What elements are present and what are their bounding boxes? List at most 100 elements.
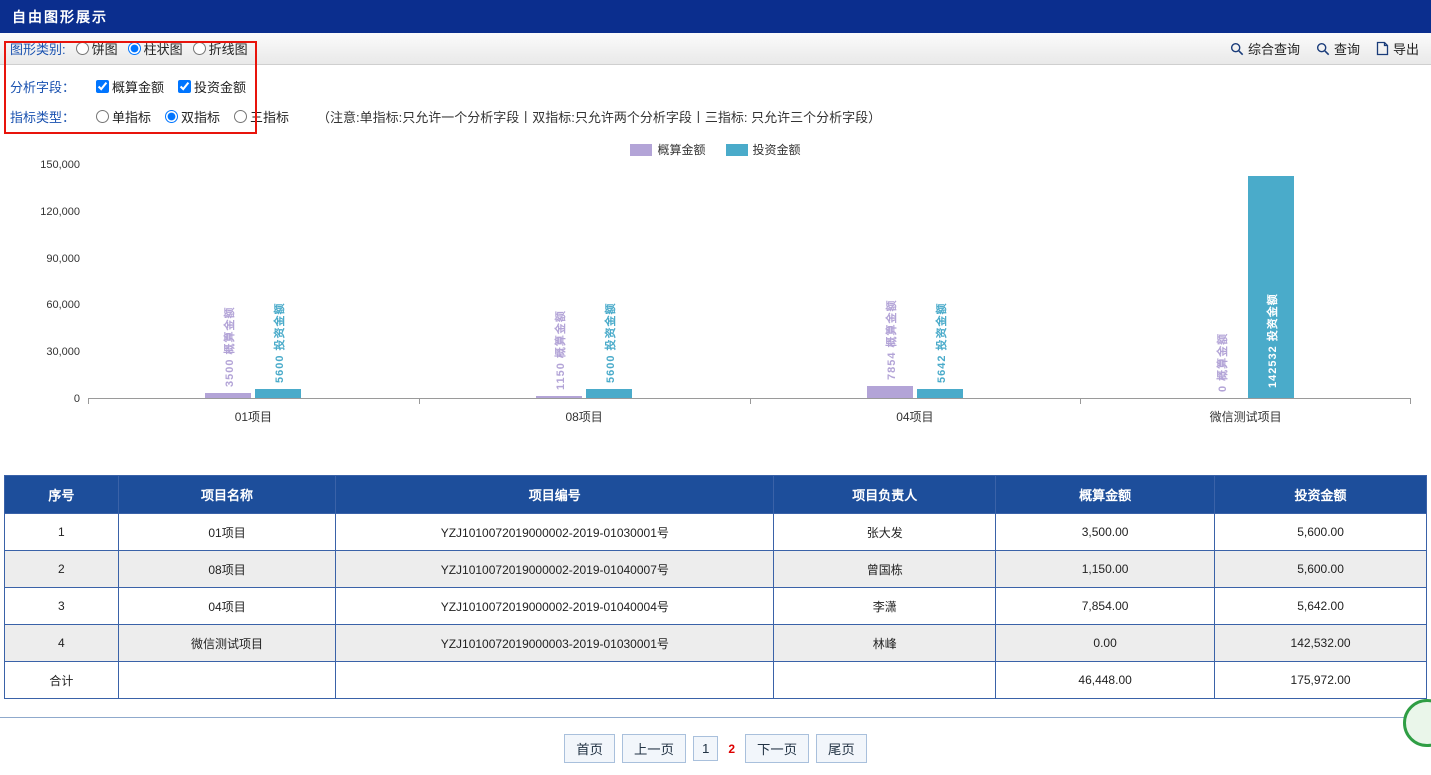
y-tick-label: 150,000 xyxy=(40,159,80,171)
bar-chart: 概算金额投资金额 030,00060,00090,000120,000150,0… xyxy=(0,141,1431,425)
pagination-current-page: 2 xyxy=(725,738,738,760)
cell-empty xyxy=(336,662,774,699)
indicator-type-row: 指标类型： 单指标 双指标 三指标 （注意:单指标:只允许一个分析字段丨双指标:… xyxy=(10,101,1421,131)
analysis-field-investment[interactable]: 投资金额 xyxy=(178,77,246,96)
indicator-double-label: 双指标 xyxy=(181,107,220,126)
indicator-triple[interactable]: 三指标 xyxy=(234,107,289,126)
axis-tick xyxy=(750,398,751,404)
export-label: 导出 xyxy=(1393,39,1419,58)
indicator-note: （注意:单指标:只允许一个分析字段丨双指标:只允许两个分析字段丨三指标: 只允许… xyxy=(317,107,881,126)
indicator-single[interactable]: 单指标 xyxy=(96,107,151,126)
pagination-first-button[interactable]: 首页 xyxy=(564,734,615,763)
indicator-triple-radio[interactable] xyxy=(234,110,247,123)
legend-label: 投资金额 xyxy=(753,141,801,158)
cell-empty xyxy=(774,662,996,699)
indicator-single-label: 单指标 xyxy=(112,107,151,126)
pagination-prev-button[interactable]: 上一页 xyxy=(622,734,686,763)
bar xyxy=(917,389,963,398)
cell-project-owner: 林峰 xyxy=(774,625,996,662)
chart-type-line[interactable]: 折线图 xyxy=(193,39,248,58)
cell-estimate-amount: 7,854.00 xyxy=(996,588,1215,625)
cell-project-code: YZJ1010072019000003-2019-01030001号 xyxy=(336,625,774,662)
cell-project-name: 微信测试项目 xyxy=(118,625,336,662)
indicator-triple-label: 三指标 xyxy=(250,107,289,126)
bar-value-label: 5642 投资金额 xyxy=(933,302,949,383)
chart-type-pie-radio[interactable] xyxy=(76,42,89,55)
col-header-investment-amount: 投资金额 xyxy=(1215,476,1427,514)
analysis-field-investment-label: 投资金额 xyxy=(194,77,246,96)
cell-empty xyxy=(118,662,336,699)
cell-total-investment: 175,972.00 xyxy=(1215,662,1427,699)
cell-project-name: 01项目 xyxy=(118,514,336,551)
chart-type-bar-radio[interactable] xyxy=(128,42,141,55)
bar-value-label: 0 概算金额 xyxy=(1214,333,1230,392)
panel-bottom-border xyxy=(0,717,1431,718)
analysis-field-estimate[interactable]: 概算金额 xyxy=(96,77,164,96)
bar-value-label: 1150 概算金额 xyxy=(552,310,568,390)
analysis-field-investment-checkbox[interactable] xyxy=(178,80,191,93)
indicator-double-radio[interactable] xyxy=(165,110,178,123)
col-header-index: 序号 xyxy=(5,476,119,514)
x-category-label: 微信测试项目 xyxy=(1080,399,1411,425)
chart-type-pie[interactable]: 饼图 xyxy=(76,39,118,58)
legend-swatch xyxy=(630,144,652,156)
chart-type-bar[interactable]: 柱状图 xyxy=(128,39,183,58)
pagination: 首页 上一页 1 2 下一页 尾页 xyxy=(0,734,1431,763)
axis-tick xyxy=(419,398,420,404)
analysis-field-estimate-checkbox[interactable] xyxy=(96,80,109,93)
cell-total-label: 合计 xyxy=(5,662,119,699)
analysis-fields-row: 分析字段： 概算金额 投资金额 xyxy=(10,71,1421,101)
y-tick-label: 60,000 xyxy=(46,299,80,311)
chart-area: 030,00060,00090,000120,000150,000 3500 概… xyxy=(0,164,1431,399)
cell-investment-amount: 5,600.00 xyxy=(1215,514,1427,551)
chart-type-bar-label: 柱状图 xyxy=(144,39,183,58)
table-header-row: 序号 项目名称 项目编号 项目负责人 概算金额 投资金额 xyxy=(5,476,1427,514)
cell-project-owner: 张大发 xyxy=(774,514,996,551)
indicator-double[interactable]: 双指标 xyxy=(165,107,220,126)
export-button[interactable]: 导出 xyxy=(1376,39,1419,58)
chart-type-line-radio[interactable] xyxy=(193,42,206,55)
toolbar: 图形类别: 饼图 柱状图 折线图 综合查询 查询 xyxy=(0,33,1431,65)
chart-type-pie-label: 饼图 xyxy=(92,39,118,58)
bar-value-label: 7854 概算金额 xyxy=(883,299,899,380)
table-row: 3 04项目 YZJ1010072019000002-2019-01040004… xyxy=(5,588,1427,625)
axis-tick xyxy=(88,398,89,404)
cell-estimate-amount: 0.00 xyxy=(996,625,1215,662)
cell-project-code: YZJ1010072019000002-2019-01040004号 xyxy=(336,588,774,625)
pagination-page-1-button[interactable]: 1 xyxy=(693,736,718,761)
axis-tick xyxy=(1080,398,1081,404)
search-plus-icon xyxy=(1230,42,1244,56)
search-icon xyxy=(1316,42,1330,56)
filter-panel: 分析字段： 概算金额 投资金额 指标类型： 单指标 双指标 三指标 xyxy=(0,65,1431,133)
y-tick-label: 120,000 xyxy=(40,206,80,218)
cell-index: 3 xyxy=(5,588,119,625)
analysis-field-estimate-label: 概算金额 xyxy=(112,77,164,96)
cell-project-owner: 李潇 xyxy=(774,588,996,625)
pagination-next-button[interactable]: 下一页 xyxy=(745,734,809,763)
page: 自由图形展示 图形类别: 饼图 柱状图 折线图 综合查询 xyxy=(0,0,1431,775)
cell-index: 2 xyxy=(5,551,119,588)
bar-value-label: 142532 投资金额 xyxy=(1264,293,1280,388)
indicator-type-label: 指标类型： xyxy=(10,107,82,126)
bar-value-label: 3500 概算金额 xyxy=(221,306,237,387)
indicator-single-radio[interactable] xyxy=(96,110,109,123)
legend-item[interactable]: 概算金额 xyxy=(630,141,705,158)
y-tick-label: 90,000 xyxy=(46,253,80,265)
legend-item[interactable]: 投资金额 xyxy=(726,141,801,158)
chart-type-group: 图形类别: 饼图 柱状图 折线图 xyxy=(10,39,248,58)
col-header-project-code: 项目编号 xyxy=(336,476,774,514)
cell-project-code: YZJ1010072019000002-2019-01040007号 xyxy=(336,551,774,588)
cell-index: 1 xyxy=(5,514,119,551)
query-button[interactable]: 查询 xyxy=(1316,39,1360,58)
chart-type-label: 图形类别: xyxy=(10,39,66,58)
cell-investment-amount: 142,532.00 xyxy=(1215,625,1427,662)
query-label: 查询 xyxy=(1334,39,1360,58)
cell-project-name: 08项目 xyxy=(118,551,336,588)
cell-investment-amount: 5,600.00 xyxy=(1215,551,1427,588)
bar xyxy=(586,389,632,398)
cell-estimate-amount: 3,500.00 xyxy=(996,514,1215,551)
cell-index: 4 xyxy=(5,625,119,662)
pagination-last-button[interactable]: 尾页 xyxy=(816,734,867,763)
composite-query-button[interactable]: 综合查询 xyxy=(1230,39,1300,58)
col-header-project-owner: 项目负责人 xyxy=(774,476,996,514)
